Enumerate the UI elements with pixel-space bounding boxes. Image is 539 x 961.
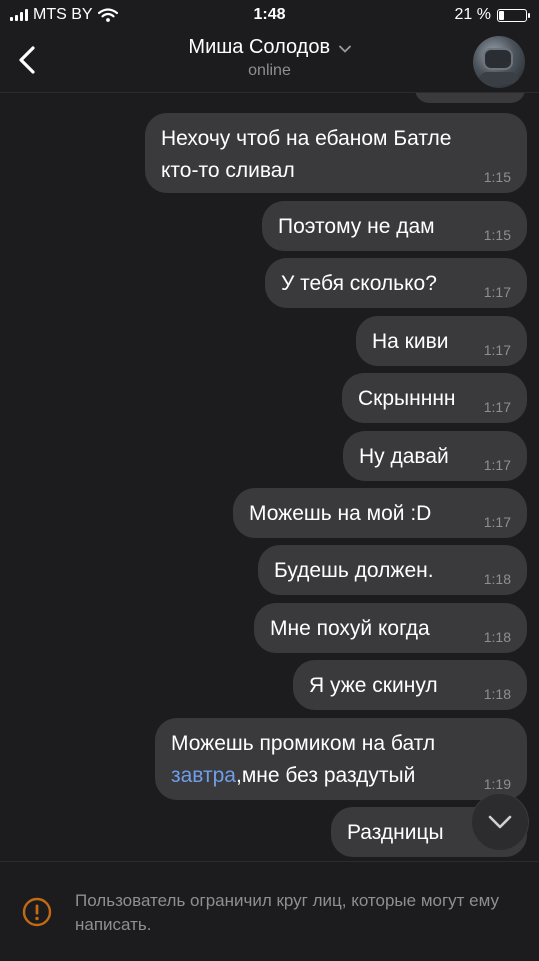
message-text: ,мне без раздутый (235, 764, 416, 787)
message-time: 1:17 (483, 514, 511, 530)
status-right: 21 % (454, 6, 530, 24)
warning-icon (22, 897, 52, 927)
message-bubble[interactable]: Нехочу чтоб на ебаном Батле кто-то слива… (145, 113, 527, 193)
previous-message-bubble (415, 93, 525, 103)
chat-header: Миша Солодов online (0, 30, 539, 93)
message-bubble[interactable]: Скрынннн 1:17 (342, 373, 527, 423)
message-bubble[interactable]: Можешь промиком на батл завтра,мне без р… (155, 718, 527, 800)
message-time: 1:17 (483, 284, 511, 300)
message-text: кто-то сливал (161, 159, 295, 182)
message-bubble[interactable]: Я уже скинул 1:18 (293, 660, 527, 710)
message-time: 1:17 (483, 457, 511, 473)
message-time: 1:15 (483, 227, 511, 243)
message-bubble[interactable]: На киви 1:17 (356, 316, 527, 366)
restriction-text: Пользователь ограничил круг лиц, которые… (75, 891, 500, 934)
message-text-line: завтра,мне без раздутый (171, 760, 511, 792)
battery-percent: 21 % (454, 6, 491, 23)
message-bubble[interactable]: Мне похуй когда 1:18 (254, 603, 527, 653)
message-text: Будешь должен. (274, 559, 434, 582)
message-text: Можешь на мой :D (249, 502, 432, 525)
message-time: 1:18 (483, 686, 511, 702)
message-text: У тебя сколько? (281, 272, 437, 295)
contact-title[interactable]: Миша Солодов online (0, 36, 539, 80)
battery-fill (499, 10, 504, 20)
message-bubble[interactable]: Поэтому не дам 1:15 (262, 201, 527, 251)
message-time: 1:19 (483, 776, 511, 792)
message-time: 1:17 (483, 342, 511, 358)
message-text: Нехочу чтоб на ебаном Батле (161, 127, 452, 150)
message-link[interactable]: завтра (171, 764, 236, 787)
message-bubble[interactable]: Можешь на мой :D 1:17 (233, 488, 527, 538)
avatar[interactable] (473, 36, 525, 88)
message-time: 1:15 (483, 169, 511, 185)
presence-status: online (248, 62, 291, 79)
message-text: Поэтому не дам (278, 215, 435, 238)
message-list[interactable]: Нехочу чтоб на ебаном Батле кто-то слива… (0, 93, 539, 860)
status-bar: MTS BY 1:48 21 % (0, 0, 539, 30)
restriction-notice: Пользователь ограничил круг лиц, которые… (0, 861, 539, 961)
message-text: Я уже скинул (309, 674, 438, 697)
message-text: Мне похуй когда (270, 617, 430, 640)
scroll-to-bottom-button[interactable] (471, 793, 529, 851)
chevron-down-icon (488, 815, 512, 829)
message-bubble[interactable]: Ну давай 1:17 (343, 431, 527, 481)
message-text: Можешь промиком на батл (171, 732, 436, 755)
battery-icon (497, 8, 530, 22)
message-bubble[interactable]: Будешь должен. 1:18 (258, 545, 527, 595)
chevron-down-icon (338, 45, 351, 53)
message-time: 1:18 (483, 629, 511, 645)
message-time: 1:17 (483, 399, 511, 415)
message-bubble[interactable]: У тебя сколько? 1:17 (265, 258, 527, 308)
message-time: 1:18 (483, 571, 511, 587)
contact-name: Миша Солодов (188, 36, 331, 58)
